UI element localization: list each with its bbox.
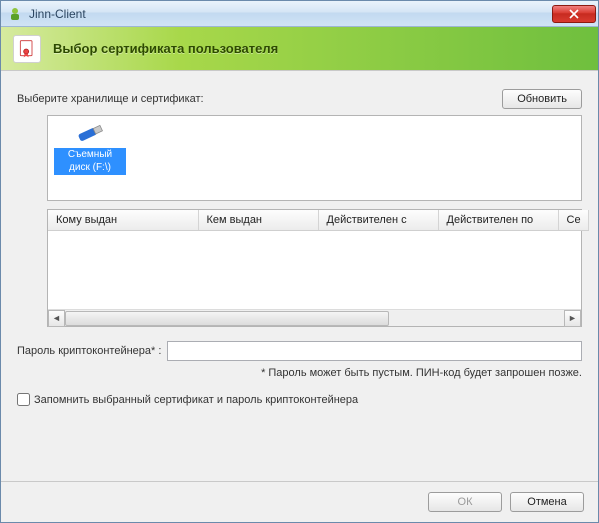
scroll-track[interactable] [65,311,564,326]
scroll-left-arrow[interactable]: ◄ [48,310,65,327]
col-valid-from[interactable]: Действителен с [318,210,438,231]
certificate-table: Кому выдан Кем выдан Действителен с Дейс… [47,209,582,327]
refresh-button[interactable]: Обновить [502,89,582,109]
page-heading: Выбор сертификата пользователя [53,41,278,56]
dialog-window: Jinn-Client Выбор сертификата пользовате… [0,0,599,523]
cancel-button[interactable]: Отмена [510,492,584,512]
content-area: Выберите хранилище и сертификат: Обновит… [1,71,598,481]
usb-drive-icon [72,122,108,146]
drive-item[interactable]: Съемный диск (F:\) [54,122,126,175]
certificate-table-body[interactable] [48,231,581,309]
col-issued-by[interactable]: Кем выдан [198,210,318,231]
scroll-right-arrow[interactable]: ► [564,310,581,327]
close-button[interactable] [552,5,596,23]
col-issued-to[interactable]: Кому выдан [48,210,198,231]
ok-button[interactable]: ОК [428,492,502,512]
certificate-icon [13,35,41,63]
app-icon [7,6,23,22]
password-label: Пароль криптоконтейнера* : [17,345,161,357]
password-input[interactable] [167,341,582,361]
header-banner: Выбор сертификата пользователя [1,27,598,71]
password-hint: * Пароль может быть пустым. ПИН-код буде… [17,367,582,379]
window-title: Jinn-Client [29,7,552,21]
titlebar: Jinn-Client [1,1,598,27]
drive-label: Съемный диск (F:\) [54,148,126,175]
dialog-footer: ОК Отмена [1,481,598,522]
col-valid-to[interactable]: Действителен по [438,210,558,231]
col-serial[interactable]: Се [558,210,588,231]
scroll-thumb[interactable] [65,311,389,326]
remember-checkbox[interactable] [17,393,30,406]
select-storage-label: Выберите хранилище и сертификат: [17,93,204,105]
remember-label: Запомнить выбранный сертификат и пароль … [34,394,358,406]
storage-list[interactable]: Съемный диск (F:\) [47,115,582,201]
horizontal-scrollbar[interactable]: ◄ ► [48,309,581,326]
